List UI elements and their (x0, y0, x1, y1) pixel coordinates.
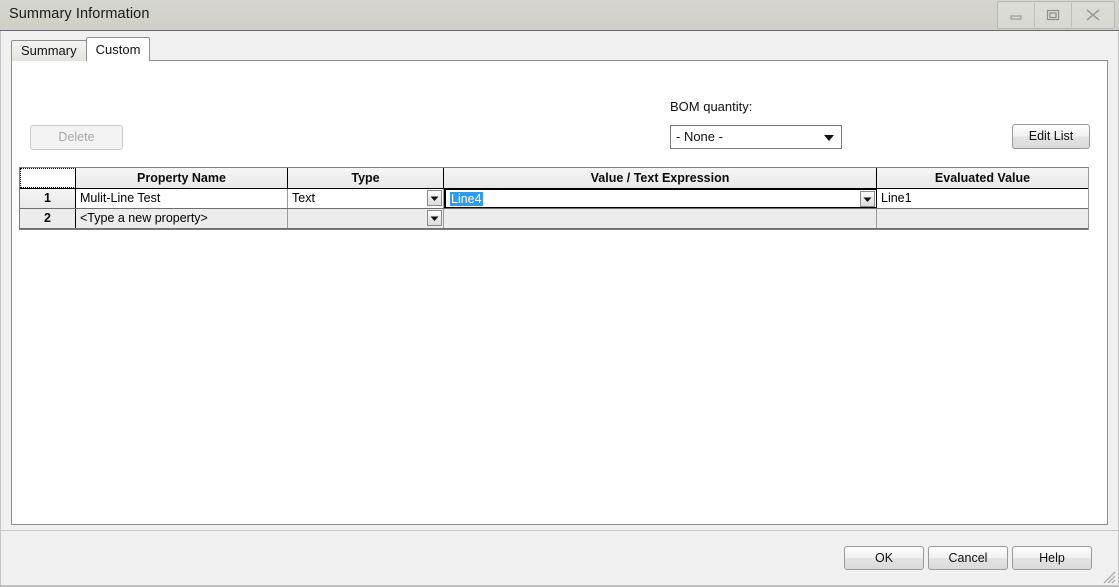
ok-button[interactable]: OK (844, 546, 924, 570)
resize-grip[interactable] (1102, 570, 1116, 584)
type-dropdown-arrow-icon[interactable] (427, 210, 442, 226)
column-header-property-name[interactable]: Property Name (76, 168, 288, 188)
column-header-evaluated-value[interactable]: Evaluated Value (877, 168, 1088, 188)
cell-value-expression[interactable]: Line4 (444, 189, 877, 208)
window-title: Summary Information (9, 6, 150, 22)
bom-quantity-label: BOM quantity: (670, 99, 753, 114)
tab-summary[interactable]: Summary (11, 40, 87, 61)
cell-type[interactable]: Text (288, 189, 444, 208)
summary-information-dialog: Summary Information Summary Custom Delet… (0, 0, 1119, 587)
cell-type-value: Text (292, 191, 315, 205)
tab-custom[interactable]: Custom (85, 37, 151, 61)
minimize-button[interactable] (998, 3, 1035, 27)
window-controls (997, 1, 1115, 29)
minimize-icon (1008, 9, 1024, 21)
edit-list-button[interactable]: Edit List (1012, 124, 1090, 149)
type-dropdown-arrow-icon[interactable] (427, 190, 442, 206)
tab-container: Summary Custom Delete BOM quantity: - No… (11, 37, 1108, 525)
help-button[interactable]: Help (1012, 546, 1092, 570)
window-edge-left (0, 31, 1, 587)
tab-list: Summary Custom (11, 37, 151, 61)
column-header-type[interactable]: Type (288, 168, 444, 188)
custom-properties-grid: Property Name Type Value / Text Expressi… (19, 167, 1089, 230)
value-dropdown-arrow-icon[interactable] (860, 191, 875, 207)
title-bar: Summary Information (0, 0, 1119, 31)
cancel-button[interactable]: Cancel (928, 546, 1008, 570)
cell-type[interactable] (288, 209, 444, 228)
cell-value-expression-text: Line4 (450, 192, 483, 206)
table-row[interactable]: 1 Mulit-Line Test Text Line4 Line1 (20, 189, 1088, 209)
row-number[interactable]: 2 (20, 209, 76, 228)
cell-property-name[interactable]: <Type a new property> (76, 209, 288, 228)
delete-button[interactable]: Delete (30, 125, 123, 150)
table-row[interactable]: 2 <Type a new property> (20, 209, 1088, 229)
close-icon (1084, 7, 1102, 23)
tab-summary-label: Summary (21, 43, 77, 58)
custom-tab-panel: Delete BOM quantity: - None - Edit List … (11, 60, 1108, 525)
chevron-down-icon (823, 126, 835, 148)
bom-quantity-select[interactable]: - None - (670, 125, 842, 149)
tab-custom-label: Custom (95, 42, 141, 57)
restore-icon (1045, 8, 1061, 22)
close-button[interactable] (1072, 3, 1114, 27)
footer-divider (0, 530, 1119, 531)
bom-quantity-value: - None - (676, 129, 723, 144)
cell-evaluated-value: Line1 (877, 189, 1088, 208)
restore-button[interactable] (1035, 3, 1072, 27)
grid-header-row: Property Name Type Value / Text Expressi… (20, 168, 1088, 189)
cell-property-name[interactable]: Mulit-Line Test (76, 189, 288, 208)
cell-evaluated-value (877, 209, 1088, 228)
row-number[interactable]: 1 (20, 189, 76, 208)
grid-corner-cell[interactable] (20, 168, 76, 188)
cell-value-expression[interactable] (444, 209, 877, 228)
column-header-value-expression[interactable]: Value / Text Expression (444, 168, 877, 188)
